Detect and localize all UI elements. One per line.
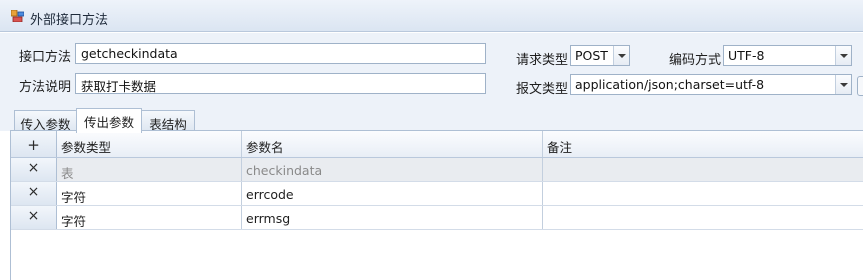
add-row-button[interactable]: + — [11, 131, 57, 157]
form-window-icon — [11, 10, 24, 22]
tab-strip: 传入参数 传出参数 表结构 — [0, 106, 863, 133]
cell-name[interactable]: checkindata — [242, 158, 543, 181]
remove-row-button[interactable]: × — [11, 206, 57, 229]
params-grid: + 参数类型 参数名 备注 × 表 checkindata × 字符 errco… — [10, 130, 863, 280]
encoding-value: UTF-8 — [728, 48, 765, 63]
cell-note[interactable] — [543, 206, 863, 229]
desc-label: 方法说明 — [19, 80, 72, 95]
content-type-value: application/json;charset=utf-8 — [575, 77, 765, 92]
tab-table-structure[interactable]: 表结构 — [141, 110, 195, 132]
cell-type[interactable]: 表 — [57, 158, 242, 181]
column-header-type[interactable]: 参数类型 — [57, 131, 242, 157]
table-row[interactable]: × 字符 errcode — [11, 182, 863, 206]
encoding-dropdown-button[interactable] — [835, 46, 851, 65]
remove-row-button[interactable]: × — [11, 182, 57, 205]
cell-name[interactable]: errmsg — [242, 206, 543, 229]
content-type-select[interactable]: application/json;charset=utf-8 — [570, 74, 852, 95]
table-row[interactable]: × 表 checkindata — [11, 158, 863, 182]
method-form: 接口方法 getcheckindata 方法说明 获取打卡数据 请求类型 POS… — [0, 33, 863, 106]
tab-input-params[interactable]: 传入参数 — [14, 110, 77, 132]
chevron-down-icon — [618, 54, 626, 58]
column-header-name[interactable]: 参数名 — [242, 131, 543, 157]
grid-header: + 参数类型 参数名 备注 — [11, 131, 863, 158]
request-type-select[interactable]: POST — [570, 45, 630, 66]
request-type-dropdown-button[interactable] — [613, 46, 629, 65]
chevron-down-icon — [840, 83, 848, 87]
chevron-down-icon — [840, 54, 848, 58]
window-title: 外部接口方法 — [30, 13, 109, 28]
remove-row-button[interactable]: × — [11, 158, 57, 181]
encoding-label: 编码方式 — [669, 53, 722, 68]
encoding-select[interactable]: UTF-8 — [723, 45, 852, 66]
method-input[interactable]: getcheckindata — [75, 43, 486, 64]
tab-output-params[interactable]: 传出参数 — [76, 108, 142, 133]
cell-type[interactable]: 字符 — [57, 182, 242, 205]
desc-input[interactable]: 获取打卡数据 — [75, 73, 486, 94]
cell-type[interactable]: 字符 — [57, 206, 242, 229]
cell-name[interactable]: errcode — [242, 182, 543, 205]
content-type-dropdown-button[interactable] — [835, 75, 851, 94]
content-type-label: 报文类型 — [516, 82, 569, 97]
cell-note[interactable] — [543, 158, 863, 181]
cell-note[interactable] — [543, 182, 863, 205]
request-type-label: 请求类型 — [516, 53, 569, 68]
edge-button[interactable] — [857, 76, 863, 96]
request-type-value: POST — [575, 48, 608, 63]
table-row[interactable]: × 字符 errmsg — [11, 206, 863, 230]
window-titlebar: 外部接口方法 — [0, 0, 863, 32]
method-label: 接口方法 — [19, 50, 72, 65]
column-header-note[interactable]: 备注 — [543, 131, 863, 157]
